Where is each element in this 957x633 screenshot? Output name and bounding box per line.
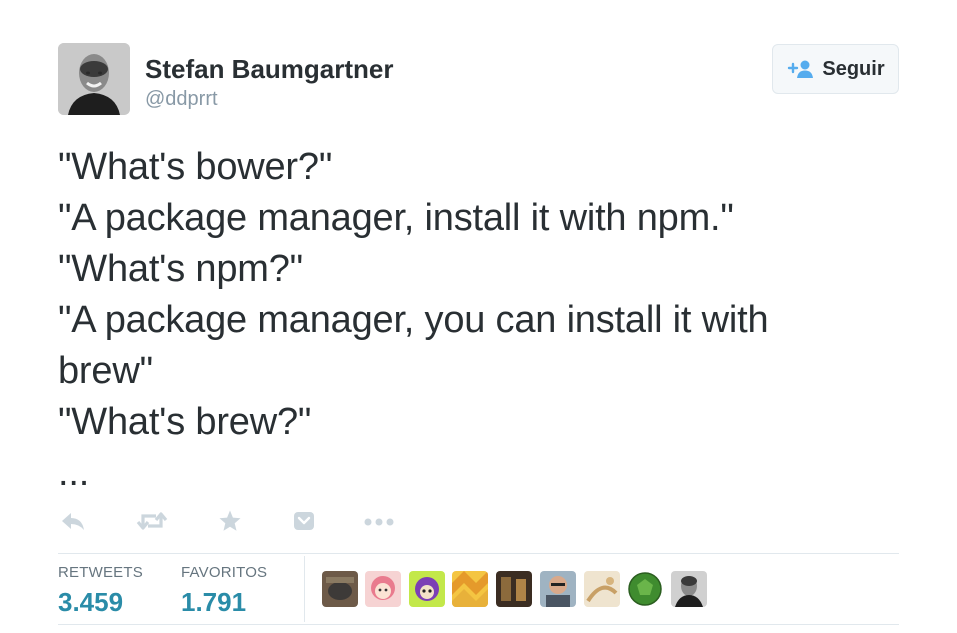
retweets-stat[interactable]: RETWEETS 3.459 bbox=[58, 564, 143, 618]
favoriter-avatar[interactable] bbox=[409, 571, 445, 607]
favorites-count: 1.791 bbox=[181, 587, 247, 617]
favoriter-avatar[interactable] bbox=[627, 571, 663, 607]
more-icon bbox=[363, 514, 395, 532]
stats-top-divider bbox=[58, 553, 899, 554]
follow-button[interactable]: Seguir bbox=[772, 44, 899, 94]
tweet-text-line: ... bbox=[58, 452, 90, 494]
retweets-label: RETWEETS bbox=[58, 564, 143, 581]
favorites-label: FAVORITOS bbox=[181, 564, 268, 581]
favoriter-avatar[interactable] bbox=[322, 571, 358, 607]
retweet-button[interactable] bbox=[136, 508, 168, 538]
tweet-text-line: "A package manager, you can install it w… bbox=[58, 299, 769, 341]
favoriter-avatar[interactable] bbox=[671, 571, 707, 607]
author-avatar-image bbox=[58, 43, 130, 115]
favorite-button[interactable] bbox=[218, 508, 242, 538]
tweet-card: Stefan Baumgartner @ddprrt Seguir "What'… bbox=[0, 0, 957, 633]
author-name[interactable]: Stefan Baumgartner bbox=[145, 54, 394, 85]
favoriter-avatar[interactable] bbox=[584, 571, 620, 607]
retweets-count: 3.459 bbox=[58, 587, 124, 617]
tweet-text-line: "What's brew?" bbox=[58, 401, 312, 443]
add-person-icon bbox=[786, 59, 814, 79]
tweet-text-line: brew" bbox=[58, 350, 153, 392]
favorite-icon bbox=[218, 509, 242, 538]
stats-vertical-divider bbox=[304, 556, 305, 622]
retweet-icon bbox=[136, 510, 168, 537]
pocket-button[interactable] bbox=[293, 508, 315, 538]
reply-icon bbox=[60, 510, 86, 537]
tweet-text: "What's bower?" "A package manager, inst… bbox=[58, 142, 908, 499]
author-avatar[interactable] bbox=[58, 43, 130, 115]
follow-button-label: Seguir bbox=[822, 57, 885, 80]
favoriter-avatar[interactable] bbox=[365, 571, 401, 607]
pocket-icon bbox=[293, 510, 315, 537]
favorites-stat[interactable]: FAVORITOS 1.791 bbox=[181, 564, 267, 618]
more-button[interactable] bbox=[363, 508, 395, 538]
author-handle[interactable]: @ddprrt bbox=[145, 88, 218, 111]
tweet-text-line: "What's bower?" bbox=[58, 146, 333, 188]
tweet-text-line: "A package manager, install it with npm.… bbox=[58, 197, 734, 239]
favoriter-avatar[interactable] bbox=[540, 571, 576, 607]
stats-bottom-divider bbox=[58, 624, 899, 625]
tweet-text-line: "What's npm?" bbox=[58, 248, 303, 290]
favoriter-avatar[interactable] bbox=[452, 571, 488, 607]
favoriter-avatar[interactable] bbox=[496, 571, 532, 607]
reply-button[interactable] bbox=[60, 508, 86, 538]
